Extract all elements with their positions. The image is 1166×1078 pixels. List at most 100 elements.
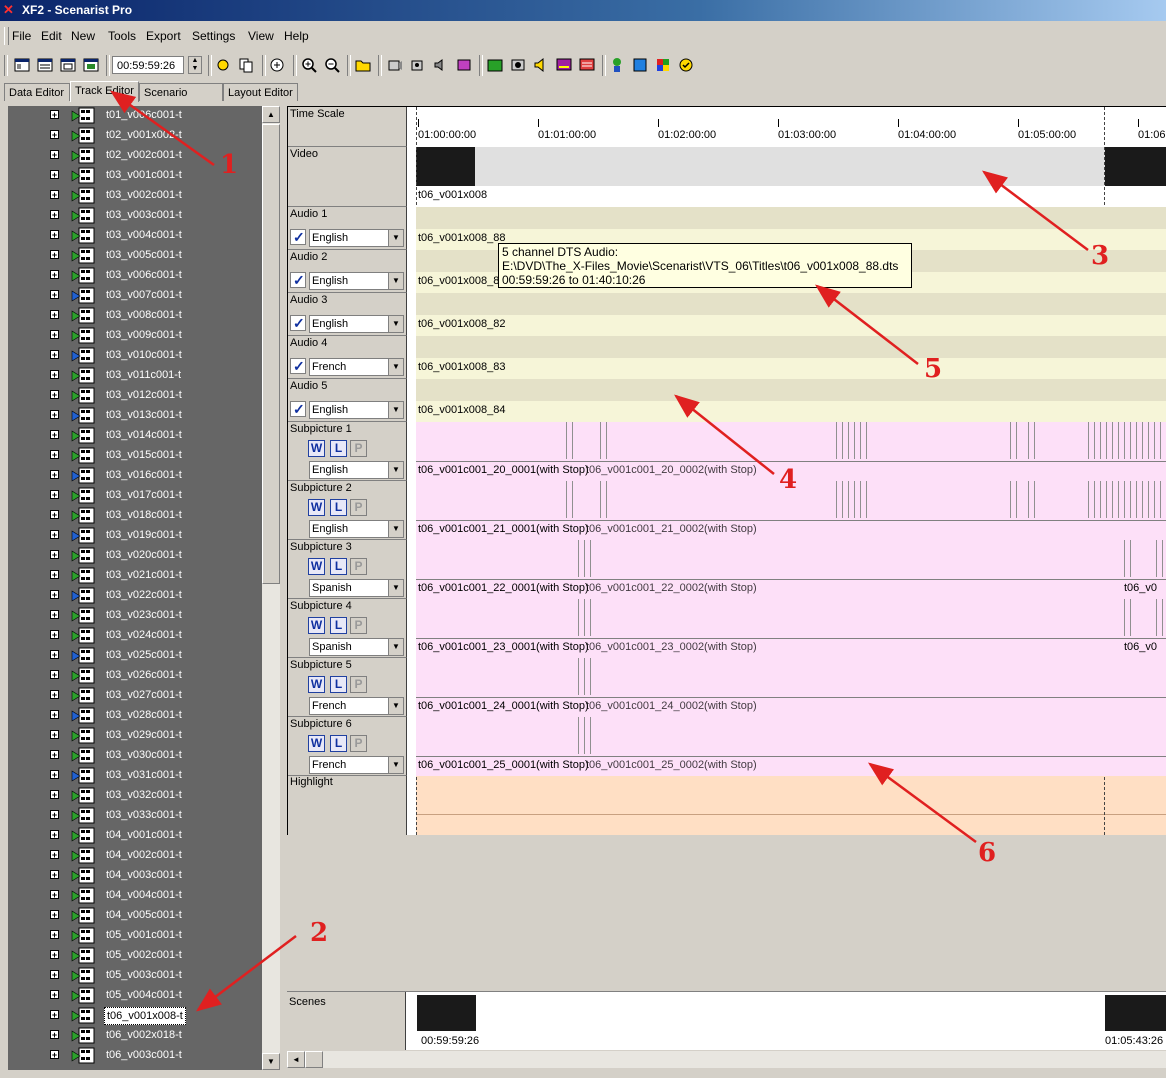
subpicture-language-select[interactable]: English ▼ (309, 520, 404, 538)
subpicture-lane[interactable]: t06_v001c001_23_0001(with Stop) t06_v001c… (416, 599, 1166, 658)
zoom-in-icon[interactable] (300, 56, 318, 74)
subpicture-language-select[interactable]: Spanish ▼ (309, 638, 404, 656)
track-list-item[interactable]: + t03_v028c001-t (8, 706, 262, 726)
expand-plus-icon[interactable]: + (50, 230, 59, 240)
audio-clip-label[interactable]: t06_v001x008_8 (418, 275, 499, 287)
track-list-item[interactable]: + t03_v013c001-t (8, 406, 262, 426)
timeline-scrollbar[interactable]: ◄ (287, 1051, 1166, 1068)
subpicture-l-button[interactable]: L (330, 617, 347, 634)
track-list-item[interactable]: + t03_v012c001-t (8, 386, 262, 406)
subpicture-w-button[interactable]: W (308, 499, 325, 516)
track-list-item[interactable]: + t03_v010c001-t (8, 346, 262, 366)
add-video-icon[interactable] (386, 56, 404, 74)
time-spinner[interactable]: ▲ ▼ (188, 56, 202, 74)
subpicture-clip-label[interactable]: t06_v001c001_22_0001(with Stop) (418, 582, 589, 594)
expand-plus-icon[interactable]: + (50, 490, 59, 500)
expand-plus-icon[interactable]: + (50, 430, 59, 440)
subpicture-l-button[interactable]: L (330, 735, 347, 752)
track-list-item[interactable]: + t04_v005c001-t (8, 906, 262, 926)
open-folder-icon[interactable] (354, 56, 372, 74)
expand-plus-icon[interactable]: + (50, 890, 59, 900)
expand-plus-icon[interactable]: + (50, 510, 59, 520)
subpicture-p-button[interactable]: P (350, 440, 367, 457)
scroll-thumb[interactable] (262, 124, 280, 584)
scene-block[interactable] (1105, 995, 1166, 1031)
subpicture-clip-label[interactable]: t06_v001c001_21_0001(with Stop) (418, 523, 589, 535)
expand-plus-icon[interactable]: + (50, 390, 59, 400)
track-list-item[interactable]: + t04_v002c001-t (8, 846, 262, 866)
add-subpicture-icon[interactable] (455, 56, 473, 74)
chevron-down-icon[interactable]: ▼ (388, 521, 403, 537)
expand-plus-icon[interactable]: + (50, 730, 59, 740)
audio-lane[interactable]: t06_v001x008_82 (416, 293, 1166, 336)
tab-data-editor[interactable]: Data Editor (4, 83, 70, 101)
track-list-item[interactable]: + t03_v027c001-t (8, 686, 262, 706)
expand-plus-icon[interactable]: + (50, 650, 59, 660)
track-list-item[interactable]: + t03_v024c001-t (8, 626, 262, 646)
video-block[interactable] (416, 147, 475, 186)
expand-plus-icon[interactable]: + (50, 870, 59, 880)
subpicture-language-select[interactable]: French ▼ (309, 756, 404, 774)
jump-icon[interactable] (214, 56, 232, 74)
track-list-item[interactable]: + t04_v004c001-t (8, 886, 262, 906)
chevron-down-icon[interactable]: ▼ (388, 580, 403, 596)
chevron-down-icon[interactable]: ▼ (388, 757, 403, 773)
subpicture-p-button[interactable]: P (350, 676, 367, 693)
track-list-item[interactable]: + t03_v002c001-t (8, 186, 262, 206)
audio-clip-label[interactable]: t06_v001x008_83 (418, 361, 505, 373)
audio-clip-label[interactable]: t06_v001x008_84 (418, 404, 505, 416)
track-list-item[interactable]: + t03_v026c001-t (8, 666, 262, 686)
subpicture-clip-label-next[interactable]: t06_v001c001_25_0002(with Stop) (586, 759, 757, 771)
track-list-item[interactable]: + t04_v001c001-t (8, 826, 262, 846)
track-list-item[interactable]: + t02_v001x002-t (8, 126, 262, 146)
tab-track-editor[interactable]: Track Editor (70, 81, 139, 102)
chevron-down-icon[interactable]: ▼ (388, 462, 403, 478)
expand-plus-icon[interactable]: + (50, 610, 59, 620)
audio-track-icon[interactable] (509, 56, 527, 74)
expand-plus-icon[interactable]: + (50, 590, 59, 600)
hand-icon[interactable] (268, 56, 286, 74)
expand-plus-icon[interactable]: + (50, 170, 59, 180)
track-list-item[interactable]: + t03_v005c001-t (8, 246, 262, 266)
check-icon[interactable] (677, 56, 695, 74)
expand-plus-icon[interactable]: + (50, 1030, 59, 1040)
subpicture-language-select[interactable]: English ▼ (309, 461, 404, 479)
subpicture-p-button[interactable]: P (350, 558, 367, 575)
highlight-lane[interactable] (416, 775, 1166, 835)
audio-language-select[interactable]: English ▼ (309, 401, 404, 419)
build-icon[interactable] (608, 56, 626, 74)
expand-plus-icon[interactable]: + (50, 1010, 59, 1020)
expand-plus-icon[interactable]: + (50, 130, 59, 140)
layout-icon[interactable] (631, 56, 649, 74)
audio-lane[interactable]: t06_v001x008_83 (416, 336, 1166, 379)
expand-plus-icon[interactable]: + (50, 550, 59, 560)
tracks-scrollbar[interactable]: ▲ ▼ (262, 106, 280, 1070)
scroll-up-button[interactable]: ▲ (262, 106, 280, 123)
track-list-item[interactable]: + t06_v001x008-t (8, 1006, 262, 1026)
subpicture-clip-label[interactable]: t06_v001c001_25_0001(with Stop) (418, 759, 589, 771)
subpicture-clip-label[interactable]: t06_v001c001_20_0001(with Stop) (418, 464, 589, 476)
subpicture-clip-label-right[interactable]: t06_v0 (1124, 641, 1157, 653)
expand-plus-icon[interactable]: + (50, 910, 59, 920)
track-list-item[interactable]: + t03_v009c001-t (8, 326, 262, 346)
audio-clip-label[interactable]: t06_v001x008_88 (418, 232, 505, 244)
expand-plus-icon[interactable]: + (50, 410, 59, 420)
menu-export[interactable]: Export (146, 29, 181, 43)
audio-enable-checkbox[interactable]: ✓ (290, 229, 306, 245)
palette-icon[interactable] (654, 56, 672, 74)
track-list-item[interactable]: + t05_v002c001-t (8, 946, 262, 966)
view-track-icon[interactable] (36, 56, 54, 74)
view-data-icon[interactable] (13, 56, 31, 74)
audio-enable-checkbox[interactable]: ✓ (290, 401, 306, 417)
subpicture-language-select[interactable]: Spanish ▼ (309, 579, 404, 597)
expand-plus-icon[interactable]: + (50, 570, 59, 580)
expand-plus-icon[interactable]: + (50, 850, 59, 860)
expand-plus-icon[interactable]: + (50, 810, 59, 820)
video-clip-label[interactable]: t06_v001x008 (418, 189, 487, 201)
track-list-item[interactable]: + t03_v017c001-t (8, 486, 262, 506)
video-lane[interactable]: t06_v001x008 (416, 147, 1166, 208)
chevron-down-icon[interactable]: ▼ (388, 230, 403, 246)
subpicture-w-button[interactable]: W (308, 617, 325, 634)
chevron-down-icon[interactable]: ▼ (388, 316, 403, 332)
chevron-down-icon[interactable]: ▼ (388, 698, 403, 714)
